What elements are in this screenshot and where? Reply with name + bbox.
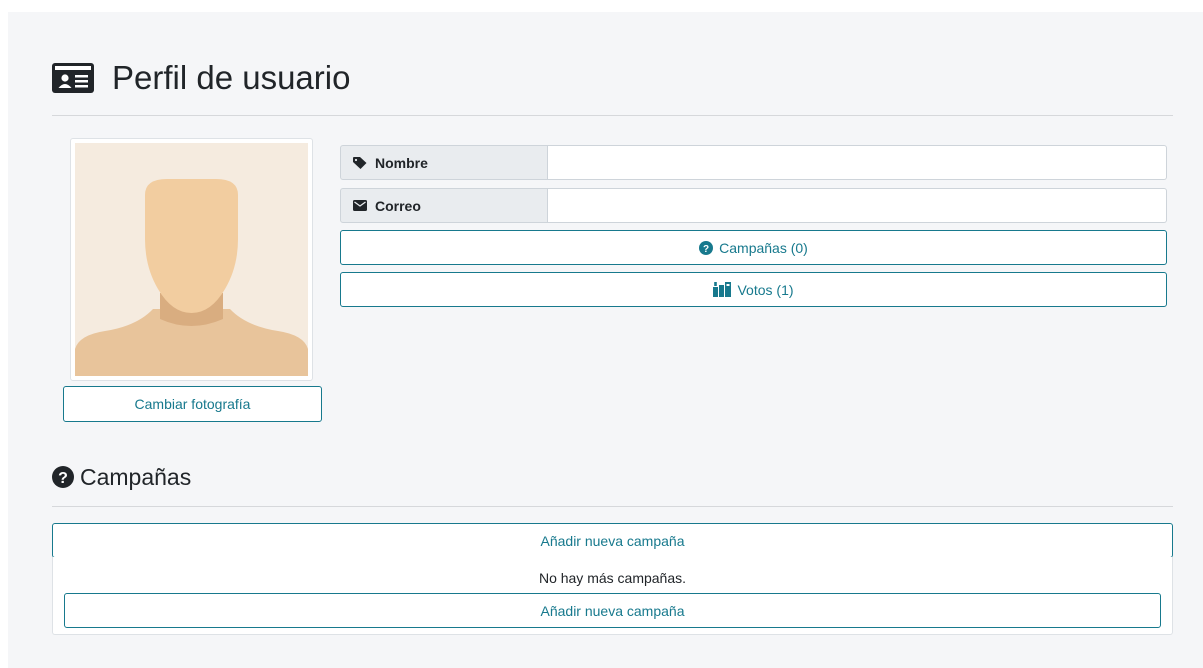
question-circle-icon: ?	[699, 240, 714, 255]
svg-text:?: ?	[703, 244, 709, 255]
avatar-placeholder	[75, 143, 308, 376]
campaigns-section-header: ? Campañas	[52, 462, 191, 492]
campaigns-button-label: Campañas (0)	[719, 239, 808, 256]
change-photo-label: Cambiar fotografía	[134, 396, 251, 412]
profile-page: Perfil de usuario Cambiar fotografía Nom…	[8, 12, 1203, 668]
campaigns-button[interactable]: ? Campañas (0)	[340, 230, 1167, 265]
name-field: Nombre	[340, 145, 1167, 180]
question-circle-icon: ?	[52, 466, 74, 488]
page-title: Perfil de usuario	[112, 59, 351, 96]
add-campaign-button-bottom[interactable]: Añadir nueva campaña	[64, 593, 1161, 628]
tag-icon	[353, 156, 367, 169]
vote-box-icon	[713, 282, 732, 297]
campaigns-list: No hay más campañas. Añadir nueva campañ…	[52, 557, 1173, 635]
votes-button[interactable]: Votos (1)	[340, 272, 1167, 307]
name-field-label: Nombre	[340, 145, 548, 180]
name-label-text: Nombre	[375, 154, 428, 171]
email-field-label: Correo	[340, 188, 548, 223]
name-input[interactable]	[548, 145, 1167, 180]
votes-button-label: Votos (1)	[737, 281, 794, 298]
campaigns-section-title: Campañas	[80, 463, 192, 490]
envelope-icon	[353, 200, 367, 211]
email-label-text: Correo	[375, 197, 421, 214]
email-field: Correo	[340, 188, 1167, 223]
profile-photo	[70, 138, 313, 381]
section-divider	[52, 506, 1173, 507]
add-campaign-label: Añadir nueva campaña	[540, 602, 685, 619]
change-photo-button[interactable]: Cambiar fotografía	[63, 386, 322, 422]
id-card-icon	[52, 62, 94, 94]
empty-message: No hay más campañas.	[538, 570, 687, 586]
add-campaign-label: Añadir nueva campaña	[540, 532, 685, 549]
header-divider	[52, 115, 1173, 116]
add-campaign-button-top[interactable]: Añadir nueva campaña	[52, 523, 1173, 558]
svg-text:?: ?	[58, 470, 68, 487]
page-header: Perfil de usuario	[52, 56, 350, 100]
email-input[interactable]	[548, 188, 1167, 223]
